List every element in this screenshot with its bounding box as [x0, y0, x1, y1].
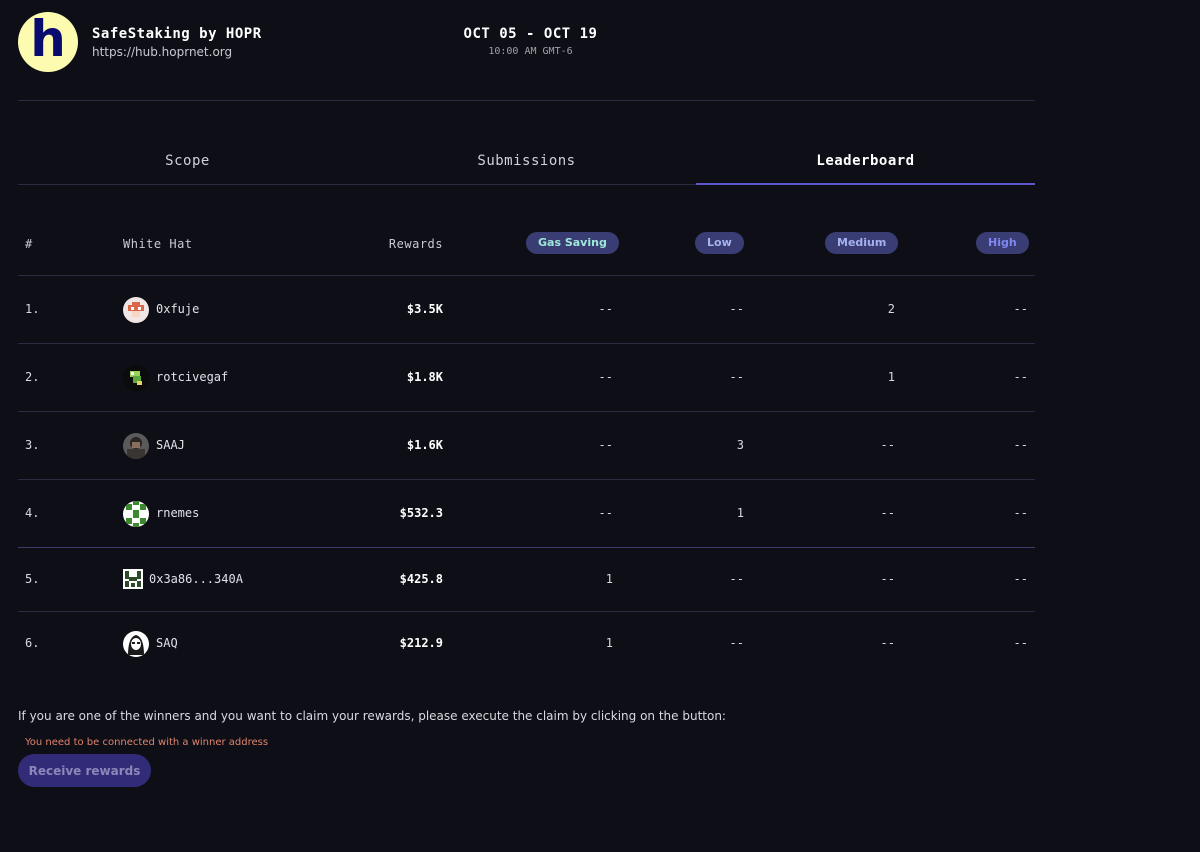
row-high: -- [1013, 370, 1028, 384]
white-hat-name[interactable]: rnemes [156, 506, 199, 520]
identicon-avatar-icon [123, 569, 143, 589]
white-hat-name[interactable]: SAQ [156, 636, 178, 650]
claim-warning: You need to be connected with a winner a… [25, 737, 269, 748]
row-rank: 2. [25, 370, 40, 384]
row-gas-saving: -- [598, 506, 613, 520]
row-rewards: $532.3 [399, 506, 443, 520]
row-high: -- [1013, 572, 1028, 586]
row-low: -- [729, 302, 744, 316]
white-hat-name[interactable]: 0x3a86...340A [149, 572, 243, 586]
protocol-header: h SafeStaking by HOPR https://hub.hoprne… [18, 12, 1035, 101]
header-low-badge: Low [695, 232, 744, 254]
row-gas-saving: -- [598, 370, 613, 384]
row-medium: 1 [887, 370, 895, 384]
row-rewards: $3.5K [406, 302, 443, 316]
row-medium: -- [880, 636, 895, 650]
white-hat-name[interactable]: rotcivegaf [156, 370, 228, 384]
protocol-name: SafeStaking by HOPR [92, 26, 262, 42]
hacker-avatar-icon [123, 631, 149, 657]
protocol-url[interactable]: https://hub.hoprnet.org [92, 45, 232, 59]
row-gas-saving: -- [598, 438, 613, 452]
mushroom-avatar-icon [123, 297, 149, 323]
competition-time: 10:00 AM GMT-6 [488, 46, 573, 57]
row-rank: 1. [25, 302, 40, 316]
row-low: 3 [736, 438, 744, 452]
row-rewards: $212.9 [399, 636, 443, 650]
row-gas-saving: -- [598, 302, 613, 316]
hopr-logo: h [18, 12, 78, 72]
leaderboard-table: # White Hat Rewards Gas Saving Low Mediu… [18, 210, 1035, 675]
header-white-hat: White Hat [123, 237, 193, 251]
row-gas-saving: 1 [605, 572, 613, 586]
white-hat-name[interactable]: 0xfuje [156, 302, 199, 316]
header-gas-saving-badge: Gas Saving [526, 232, 619, 254]
row-rewards: $1.6K [406, 438, 443, 452]
header-high-badge: High [976, 232, 1029, 254]
tab-scope[interactable]: Scope [18, 140, 357, 184]
table-row: 6. SAQ $212.9 1 -- -- -- [18, 612, 1035, 675]
table-row: 4. rnemes $532.3 -- 1 -- -- [18, 480, 1035, 548]
row-rewards: $1.8K [406, 370, 443, 384]
green-pattern-avatar-icon [123, 501, 149, 527]
tab-submissions[interactable]: Submissions [357, 140, 696, 184]
logo-letter: h [30, 10, 66, 68]
row-rank: 6. [25, 636, 40, 650]
table-row: 5. 0x3a86...340A $425.8 1 -- -- -- [18, 548, 1035, 612]
row-medium: 2 [887, 302, 895, 316]
row-high: -- [1013, 438, 1028, 452]
row-low: -- [729, 572, 744, 586]
row-medium: -- [880, 438, 895, 452]
row-rank: 5. [25, 572, 40, 586]
table-row: 3. SAAJ $1.6K -- 3 -- -- [18, 412, 1035, 480]
header-rank: # [25, 237, 33, 251]
competition-dates: OCT 05 - OCT 19 [463, 26, 598, 42]
row-rank: 3. [25, 438, 40, 452]
row-medium: -- [880, 572, 895, 586]
row-high: -- [1013, 506, 1028, 520]
claim-instructions: If you are one of the winners and you wa… [18, 709, 726, 723]
header-rewards: Rewards [388, 237, 443, 251]
row-gas-saving: 1 [605, 636, 613, 650]
tab-bar: Scope Submissions Leaderboard [18, 140, 1035, 185]
receive-rewards-button[interactable]: Receive rewards [18, 754, 151, 787]
table-header: # White Hat Rewards Gas Saving Low Mediu… [18, 210, 1035, 276]
row-rank: 4. [25, 506, 40, 520]
table-row: 1. 0xfuje $3.5K -- -- 2 -- [18, 276, 1035, 344]
frog-avatar-icon [123, 365, 149, 391]
tab-leaderboard[interactable]: Leaderboard [696, 140, 1035, 185]
row-high: -- [1013, 636, 1028, 650]
row-low: -- [729, 370, 744, 384]
table-row: 2. rotcivegaf $1.8K -- -- 1 -- [18, 344, 1035, 412]
row-low: 1 [736, 506, 744, 520]
row-medium: -- [880, 506, 895, 520]
white-hat-name[interactable]: SAAJ [156, 438, 185, 452]
photo-avatar-icon [123, 433, 149, 459]
row-low: -- [729, 636, 744, 650]
row-high: -- [1013, 302, 1028, 316]
header-medium-badge: Medium [825, 232, 899, 254]
row-rewards: $425.8 [399, 572, 443, 586]
page: h SafeStaking by HOPR https://hub.hoprne… [0, 0, 1200, 852]
